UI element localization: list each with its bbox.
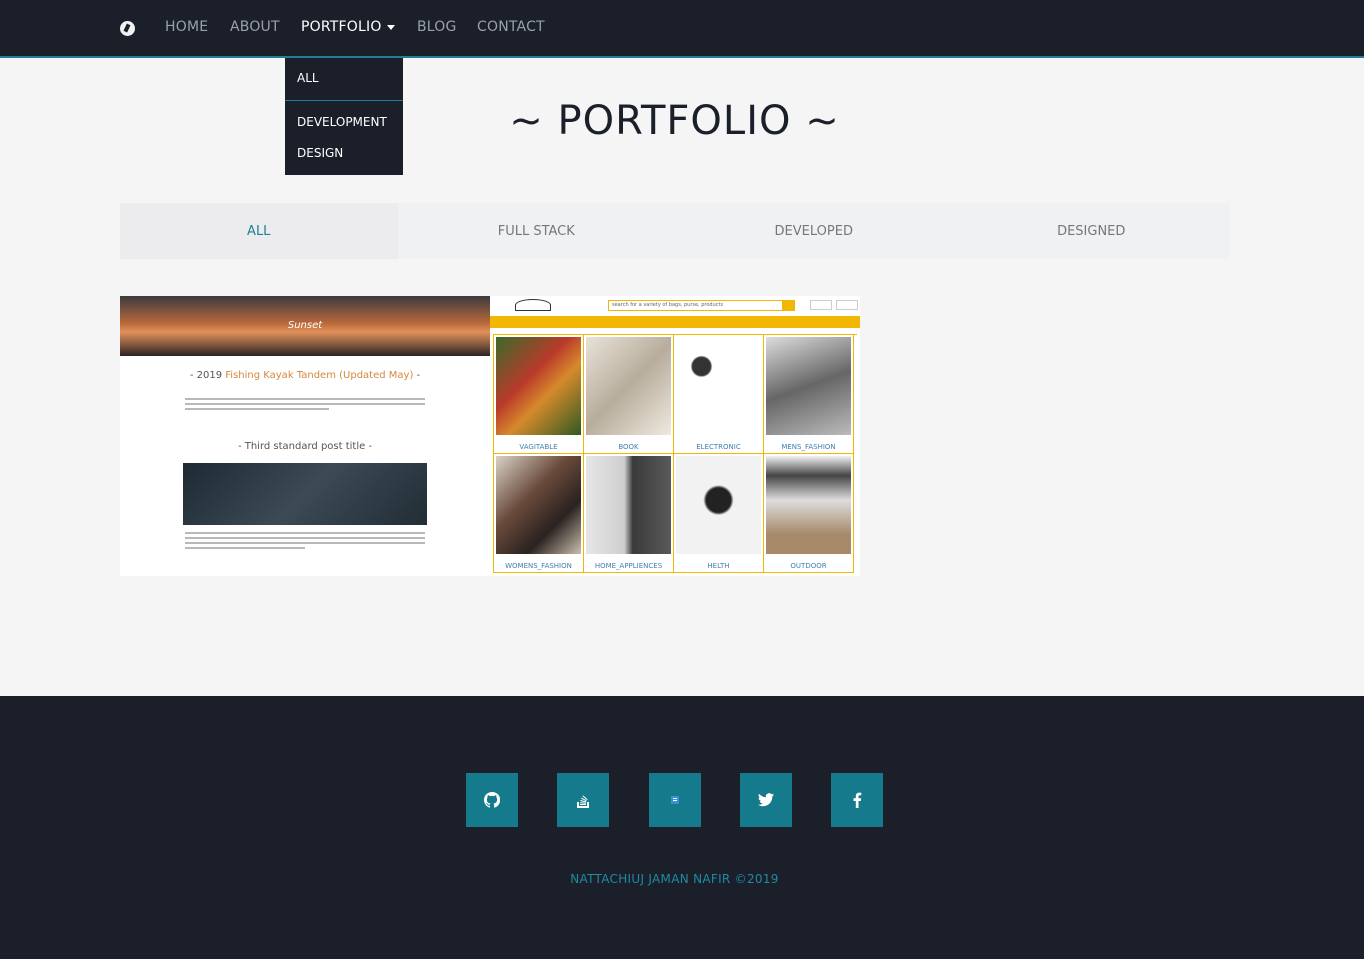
shop-header: search for a variety of bags, purse, pro… [490,296,860,316]
footer: NATTACHIUJ JAMAN NAFIR ©2019 [0,696,1364,959]
category-card: HELTH [674,454,764,573]
post-title-1: - 2019 Fishing Kayak Tandem (Updated May… [189,370,421,381]
post-excerpt-2 [185,532,425,552]
twitter-icon[interactable] [740,773,792,827]
category-card: MENS_FASHION [764,335,854,454]
portfolio-item-blog[interactable]: Sunset - 2019 Fishing Kayak Tandem (Upda… [120,296,490,576]
category-card: BOOK [584,335,674,454]
portfolio-dropdown-menu: ALL DEVELOPMENT DESIGN [285,58,403,175]
nav-about[interactable]: ABOUT [230,19,280,35]
portfolio-item-shop[interactable]: search for a variety of bags, purse, pro… [490,296,860,576]
portfolio-filter-bar: ALL FULL STACK DEVELOPED DESIGNED [120,203,1230,259]
nav-portfolio[interactable]: PORTFOLIO [301,19,395,35]
category-card: HOME_APPLIENCES [584,454,674,573]
dropdown-item-all[interactable]: ALL [297,71,319,85]
filter-tab-developed[interactable]: DEVELOPED [675,203,953,259]
nav-contact[interactable]: CONTACT [477,19,545,35]
category-card: WOMENS_FASHION [494,454,584,573]
stackoverflow-icon[interactable] [557,773,609,827]
filter-tab-designed[interactable]: DESIGNED [953,203,1231,259]
shop-search-input: search for a variety of bags, purse, pro… [608,300,783,311]
dropdown-divider [285,100,403,101]
blog-icon[interactable] [649,773,701,827]
category-grid: VAGITABLE BOOK ELECTRONIC MENS_FASHION W… [493,334,857,573]
sunset-brand: Sunset [287,320,323,331]
shop-logo-icon [515,299,551,311]
nav-portfolio-label: PORTFOLIO [301,19,382,35]
nav-home[interactable]: HOME [165,19,208,35]
caret-down-icon [386,24,395,30]
brand-logo-icon[interactable] [120,21,135,36]
shop-signup-button [836,300,858,310]
page-title: ~ PORTFOLIO ~ [509,98,840,144]
post-title-2: - Third standard post title - [237,441,373,452]
copyright-text: NATTACHIUJ JAMAN NAFIR ©2019 [570,872,779,886]
post-excerpt-1 [185,398,425,413]
facebook-icon[interactable] [831,773,883,827]
github-icon[interactable] [466,773,518,827]
nav-blog[interactable]: BLOG [417,19,457,35]
dropdown-item-design[interactable]: DESIGN [297,146,343,160]
category-card: OUTDOOR [764,454,854,573]
category-card: VAGITABLE [494,335,584,454]
filter-tab-full-stack[interactable]: FULL STACK [398,203,676,259]
dropdown-item-development[interactable]: DEVELOPMENT [297,115,387,129]
filter-tab-all[interactable]: ALL [120,203,398,259]
shop-menu-bar [490,316,860,328]
search-icon [783,300,795,311]
shop-login-button [810,300,832,310]
navbar: HOME ABOUT PORTFOLIO BLOG CONTACT [0,0,1364,58]
category-card: ELECTRONIC [674,335,764,454]
post-image [183,463,427,525]
